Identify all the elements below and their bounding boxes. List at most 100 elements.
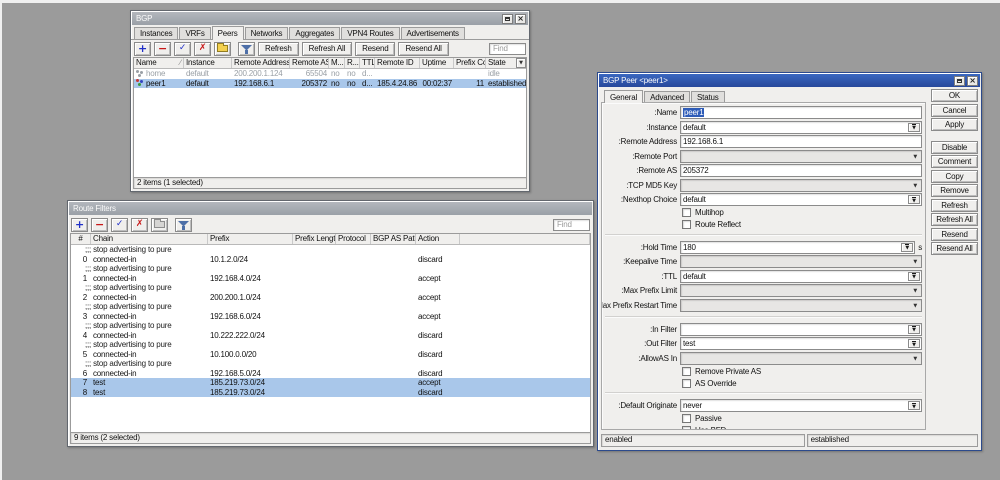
table-row[interactable]: 5 connected-in 10.100.0.0/20 discard	[71, 350, 590, 360]
use-bfd-checkbox[interactable]	[682, 426, 691, 430]
remove-button[interactable]: −	[91, 218, 108, 232]
resend-all-button[interactable]: Resend All	[398, 42, 448, 56]
comment-button[interactable]: Comment	[931, 155, 978, 168]
route-filters-titlebar[interactable]: Route Filters	[69, 202, 592, 215]
enable-button[interactable]: ✓	[174, 42, 191, 56]
resend-button[interactable]: Resend	[355, 42, 395, 56]
column-header-multihop[interactable]: M...	[329, 58, 345, 68]
column-header-route-reflect[interactable]: R...	[345, 58, 360, 68]
column-header-remote-id[interactable]: Remote ID	[375, 58, 420, 68]
tab-aggregates[interactable]: Aggregates	[289, 27, 340, 39]
column-header-chain[interactable]: Chain	[91, 234, 208, 244]
out-filter-select[interactable]: test ▼	[680, 337, 922, 350]
disable-button[interactable]: ✗	[131, 218, 148, 232]
column-header-prefix-length[interactable]: Prefix Length	[293, 234, 336, 244]
nexthop-choice-select[interactable]: default ▼	[680, 193, 922, 206]
column-header-bgp-as-path[interactable]: BGP AS Path	[371, 234, 416, 244]
refresh-button[interactable]: Refresh	[258, 42, 299, 56]
max-prefix-limit-select[interactable]: ▼	[680, 284, 922, 297]
close-button[interactable]: ×	[967, 76, 978, 86]
dropdown-button[interactable]: ▼	[908, 195, 920, 204]
dropdown-button[interactable]: ▼	[908, 123, 920, 132]
tab-general[interactable]: General	[604, 90, 643, 103]
maximize-button[interactable]	[502, 14, 513, 24]
in-filter-select[interactable]: ▼	[680, 323, 922, 336]
tab-status[interactable]: Status	[691, 91, 724, 102]
table-row[interactable]: 3 connected-in 192.168.6.0/24 accept	[71, 312, 590, 322]
column-header-remote-address[interactable]: Remote Address	[232, 58, 290, 68]
table-row[interactable]: 8 test 185.219.73.0/24 discard	[71, 388, 590, 398]
disable-button[interactable]: Disable	[931, 141, 978, 154]
column-header-remote-as[interactable]: Remote AS	[290, 58, 329, 68]
tab-vrfs[interactable]: VRFs	[179, 27, 210, 39]
table-row[interactable]: 7 test 185.219.73.0/24 accept	[71, 378, 590, 388]
remote-as-input[interactable]: 205372	[680, 164, 922, 177]
multihop-checkbox[interactable]	[682, 208, 691, 217]
column-header-instance[interactable]: Instance	[184, 58, 232, 68]
comment-button[interactable]	[214, 42, 231, 56]
dropdown-button[interactable]: ▼	[908, 339, 920, 348]
column-header-uptime[interactable]: Uptime	[420, 58, 454, 68]
tab-networks[interactable]: Networks	[245, 27, 289, 39]
filter-button[interactable]	[175, 218, 192, 232]
as-override-checkbox[interactable]	[682, 379, 691, 388]
table-row[interactable]: 1 connected-in 192.168.4.0/24 accept	[71, 274, 590, 284]
add-button[interactable]: +	[134, 42, 151, 56]
refresh-all-button[interactable]: Refresh All	[302, 42, 352, 56]
table-row[interactable]: 6 connected-in 192.168.5.0/24 discard	[71, 369, 590, 379]
table-row[interactable]: 0 connected-in 10.1.2.0/24 discard	[71, 255, 590, 265]
table-row[interactable]: ;;; stop advertising to pure	[71, 264, 590, 274]
keepalive-time-select[interactable]: ▼	[680, 255, 922, 268]
find-input[interactable]: Find	[489, 43, 526, 55]
table-row[interactable]: 2 connected-in 200.200.1.0/24 accept	[71, 293, 590, 303]
dropdown-button[interactable]: ▼	[901, 243, 913, 252]
column-header-name[interactable]: Name∕	[134, 58, 184, 68]
disable-button[interactable]: ✗	[194, 42, 211, 56]
remote-address-input[interactable]: 192.168.6.1	[680, 135, 922, 148]
table-row[interactable]: ;;; stop advertising to pure	[71, 321, 590, 331]
remote-port-select[interactable]: ▼	[680, 150, 922, 163]
remove-private-as-checkbox[interactable]	[682, 367, 691, 376]
table-row[interactable]: peer1 default 192.168.6.1 205372 no no d…	[134, 79, 526, 89]
column-select-dropdown[interactable]: ▼	[516, 58, 526, 68]
remove-button[interactable]: −	[154, 42, 171, 56]
passive-checkbox[interactable]	[682, 414, 691, 423]
refresh-button[interactable]: Refresh	[931, 199, 978, 212]
dropdown-button[interactable]: ▼	[908, 325, 920, 334]
default-originate-select[interactable]: never ▼	[680, 399, 922, 412]
copy-button[interactable]: Copy	[931, 170, 978, 183]
tab-vpn4-routes[interactable]: VPN4 Routes	[341, 27, 399, 39]
column-header-ttl[interactable]: TTL	[360, 58, 375, 68]
filter-button[interactable]	[238, 42, 255, 56]
find-input[interactable]: Find	[553, 219, 590, 231]
column-header-prefix[interactable]: Prefix	[208, 234, 293, 244]
dialog-titlebar[interactable]: BGP Peer <peer1> ×	[599, 74, 980, 87]
table-row[interactable]: ;;; stop advertising to pure	[71, 340, 590, 350]
tab-instances[interactable]: Instances	[134, 27, 178, 39]
bgp-titlebar[interactable]: BGP ×	[132, 12, 528, 25]
maximize-button[interactable]	[954, 76, 965, 86]
tab-advanced[interactable]: Advanced	[644, 91, 690, 102]
table-row[interactable]: ;;; stop advertising to pure	[71, 359, 590, 369]
hold-time-input[interactable]: 180 ▼	[680, 241, 915, 254]
ttl-select[interactable]: default ▼	[680, 270, 922, 283]
refresh-all-button[interactable]: Refresh All	[931, 213, 978, 226]
table-row[interactable]: ;;; stop advertising to pure	[71, 283, 590, 293]
table-row[interactable]: ;;; stop advertising to pure	[71, 302, 590, 312]
instance-select[interactable]: default ▼	[680, 121, 922, 134]
resend-button[interactable]: Resend	[931, 228, 978, 241]
column-header-number[interactable]: #	[71, 234, 91, 244]
tcp-md5-key-select[interactable]: ▼	[680, 179, 922, 192]
dropdown-button[interactable]: ▼	[908, 272, 920, 281]
column-header-protocol[interactable]: Protocol	[336, 234, 371, 244]
dropdown-button[interactable]: ▼	[908, 401, 920, 410]
table-row[interactable]: ;;; stop advertising to pure	[71, 245, 590, 255]
resend-all-button[interactable]: Resend All	[931, 242, 978, 255]
allow-as-in-select[interactable]: ▼	[680, 352, 922, 365]
tab-advertisements[interactable]: Advertisements	[401, 27, 465, 39]
cancel-button[interactable]: Cancel	[931, 104, 978, 117]
column-header-prefix-count[interactable]: Prefix Co...	[454, 58, 486, 68]
close-button[interactable]: ×	[515, 14, 526, 24]
max-prefix-restart-time-select[interactable]: ▼	[680, 299, 922, 312]
name-input[interactable]: peer1	[680, 106, 922, 119]
